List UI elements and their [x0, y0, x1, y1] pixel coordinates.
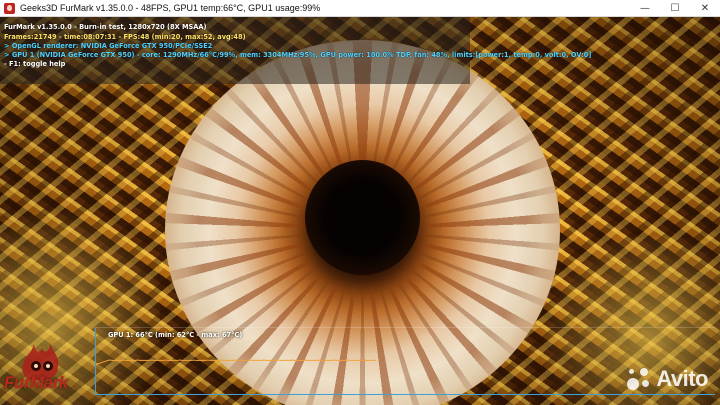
- eye-pupil: [305, 160, 420, 275]
- osd-renderer-line: > OpenGL renderer: NVIDIA GeForce GTX 95…: [4, 42, 213, 50]
- window-title: Geeks3D FurMark v1.35.0.0 - 48FPS, GPU1 …: [20, 3, 321, 13]
- window-controls: — ☐ ✕: [630, 0, 720, 17]
- gpu-temperature-graph: GPU 1: 66°C (min: 62°C - max: 67°C): [95, 327, 715, 395]
- avito-logo-icon: [625, 367, 653, 391]
- furmark-logo-text: FurMark: [4, 373, 68, 392]
- maximize-button[interactable]: ☐: [660, 0, 690, 17]
- title-bar[interactable]: Geeks3D FurMark v1.35.0.0 - 48FPS, GPU1 …: [0, 0, 720, 17]
- close-button[interactable]: ✕: [690, 0, 720, 17]
- osd-help-line: - F1: toggle help: [4, 60, 66, 68]
- avito-watermark-text: Avito: [656, 366, 708, 391]
- furmark-app-icon[interactable]: [4, 2, 15, 14]
- osd-frames-line: Frames:21749 - time:08:07:31 - FPS:48 (m…: [4, 33, 246, 41]
- avito-watermark: Avito: [625, 366, 708, 392]
- gpu-temperature-label: GPU 1: 66°C (min: 62°C - max: 67°C): [108, 331, 243, 339]
- osd-gpu-line: > GPU 1 (NVIDIA GeForce GTX 950) - core:…: [4, 51, 592, 59]
- osd-panel: FurMark v1.35.0.0 - Burn-in test, 1280x7…: [0, 17, 591, 84]
- minimize-button[interactable]: —: [630, 0, 660, 17]
- temperature-line: [96, 359, 377, 366]
- osd-title-line: FurMark v1.35.0.0 - Burn-in test, 1280x7…: [4, 23, 207, 31]
